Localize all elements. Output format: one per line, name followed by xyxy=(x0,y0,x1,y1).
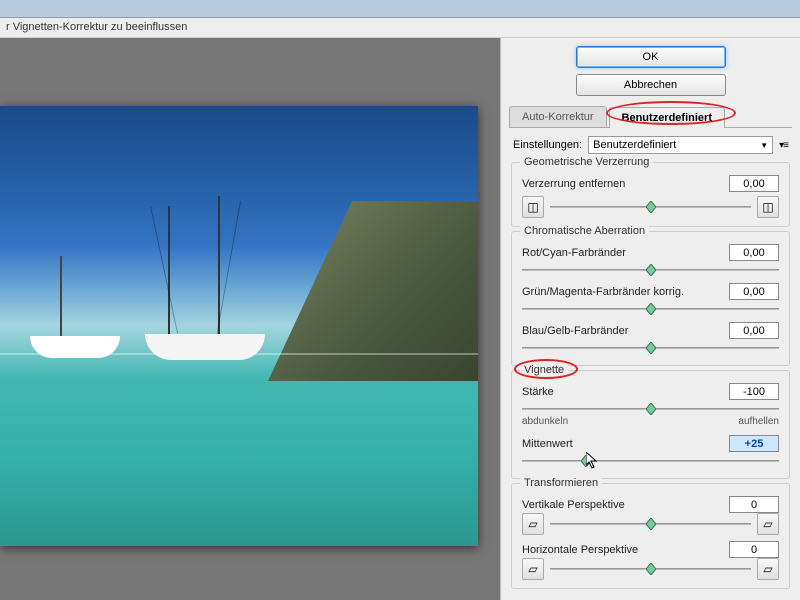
lighten-label: aufhellen xyxy=(738,416,779,427)
red-cyan-label: Rot/Cyan-Farbränder xyxy=(522,247,723,259)
red-cyan-slider[interactable] xyxy=(522,263,779,277)
blue-yellow-slider[interactable] xyxy=(522,341,779,355)
remove-distortion-label: Verzerrung entfernen xyxy=(522,178,723,190)
perspective-bottom-icon[interactable]: ▱ xyxy=(757,513,779,535)
scene-rigging xyxy=(150,206,178,333)
perspective-top-icon[interactable]: ▱ xyxy=(522,513,544,535)
vertical-perspective-label: Vertikale Perspektive xyxy=(522,499,723,511)
section-geometric: Geometrische Verzerrung Verzerrung entfe… xyxy=(511,162,790,227)
settings-value: Benutzerdefiniert xyxy=(593,139,676,151)
blue-yellow-input[interactable] xyxy=(729,322,779,339)
vignette-midpoint-slider[interactable] xyxy=(522,454,779,468)
settings-label: Einstellungen: xyxy=(513,139,582,151)
vignette-midpoint-label: Mittenwert xyxy=(522,438,723,450)
scene-boat xyxy=(145,334,265,360)
remove-distortion-input[interactable] xyxy=(729,175,779,192)
section-title-transform: Transformieren xyxy=(520,477,602,489)
window-titlebar xyxy=(0,0,800,18)
vignette-amount-slider[interactable] xyxy=(522,402,779,416)
hint-text: r Vignetten-Korrektur zu beeinflussen xyxy=(0,18,800,38)
section-transform: Transformieren Vertikale Perspektive ▱ ▱… xyxy=(511,483,790,589)
chevron-down-icon: ▼ xyxy=(760,141,768,150)
preview-image[interactable] xyxy=(0,106,478,546)
controls-panel: OK Abbrechen Auto-Korrektur Benutzerdefi… xyxy=(500,38,800,600)
scene-rigging xyxy=(217,201,241,334)
green-magenta-slider[interactable] xyxy=(522,302,779,316)
green-magenta-input[interactable] xyxy=(729,283,779,300)
section-title-geometric: Geometrische Verzerrung xyxy=(520,156,653,168)
section-chromatic: Chromatische Aberration Rot/Cyan-Farbrän… xyxy=(511,231,790,366)
settings-dropdown[interactable]: Benutzerdefiniert ▼ xyxy=(588,136,773,154)
vertical-perspective-slider[interactable] xyxy=(550,517,751,531)
remove-distortion-slider[interactable] xyxy=(550,200,751,214)
horizontal-perspective-slider[interactable] xyxy=(550,562,751,576)
horizontal-perspective-input[interactable] xyxy=(729,541,779,558)
horizontal-perspective-label: Horizontale Perspektive xyxy=(522,544,723,556)
tab-bar: Auto-Korrektur Benutzerdefiniert xyxy=(509,106,792,128)
pincushion-distortion-icon[interactable]: ◫ xyxy=(757,196,779,218)
preview-pane xyxy=(0,38,500,600)
perspective-left-icon[interactable]: ▱ xyxy=(522,558,544,580)
barrel-distortion-icon[interactable]: ◫ xyxy=(522,196,544,218)
cancel-button[interactable]: Abbrechen xyxy=(576,74,726,96)
section-title-vignette: Vignette xyxy=(520,364,568,376)
blue-yellow-label: Blau/Gelb-Farbränder xyxy=(522,325,723,337)
perspective-right-icon[interactable]: ▱ xyxy=(757,558,779,580)
ok-button[interactable]: OK xyxy=(576,46,726,68)
darken-label: abdunkeln xyxy=(522,416,568,427)
vertical-perspective-input[interactable] xyxy=(729,496,779,513)
section-vignette: Vignette Stärke abdunkeln aufhellen Mitt… xyxy=(511,370,790,479)
green-magenta-label: Grün/Magenta-Farbränder korrig. xyxy=(522,286,723,298)
scene-boat xyxy=(30,336,120,358)
tab-custom[interactable]: Benutzerdefiniert xyxy=(609,107,725,128)
tab-auto-correction[interactable]: Auto-Korrektur xyxy=(509,106,607,127)
preset-menu-icon[interactable]: ▾≡ xyxy=(779,140,788,151)
scene-mast xyxy=(168,206,170,336)
vignette-amount-input[interactable] xyxy=(729,383,779,400)
vignette-amount-label: Stärke xyxy=(522,386,723,398)
scene-mast xyxy=(60,256,62,338)
vignette-midpoint-input[interactable] xyxy=(729,435,779,452)
section-title-chromatic: Chromatische Aberration xyxy=(520,225,649,237)
red-cyan-input[interactable] xyxy=(729,244,779,261)
